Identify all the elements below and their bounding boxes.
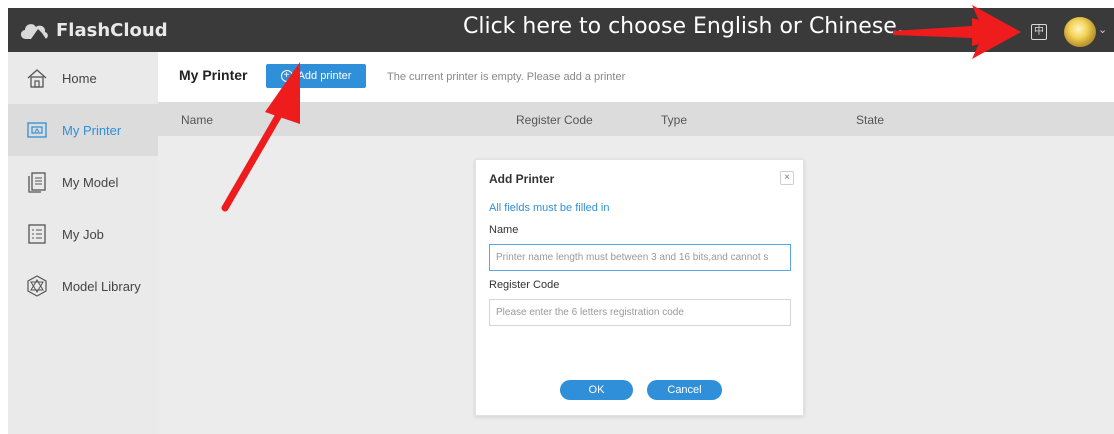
sidebar: Home My Printer My Model My Job Model Li…	[8, 52, 158, 434]
sidebar-item-home[interactable]: Home	[8, 52, 158, 104]
home-icon	[27, 69, 47, 88]
sidebar-item-label: My Job	[62, 226, 104, 242]
sidebar-item-my-model[interactable]: My Model	[8, 156, 158, 208]
column-header-state[interactable]: State	[856, 113, 884, 127]
add-printer-button[interactable]: + Add printer	[266, 64, 366, 88]
model-icon	[28, 172, 46, 193]
name-input[interactable]: Printer name length must between 3 and 1…	[489, 244, 791, 271]
cancel-button[interactable]: Cancel	[647, 380, 722, 400]
sidebar-item-label: Model Library	[62, 278, 141, 294]
required-note: All fields must be filled in	[489, 202, 610, 214]
table-header: Name Register Code Type State	[158, 102, 1114, 138]
chevron-down-icon[interactable]: ⌄	[1098, 23, 1107, 36]
column-header-register-code[interactable]: Register Code	[516, 113, 593, 127]
register-code-input[interactable]: Please enter the 6 letters registration …	[489, 299, 791, 326]
sidebar-item-label: My Model	[62, 174, 119, 190]
toolbar: My Printer + Add printer The current pri…	[158, 52, 1114, 102]
register-code-label: Register Code	[489, 279, 560, 291]
sidebar-item-label: My Printer	[62, 122, 122, 138]
sidebar-item-model-library[interactable]: Model Library	[8, 260, 158, 312]
column-header-type[interactable]: Type	[661, 113, 687, 127]
app-title: FlashCloud	[56, 19, 168, 41]
name-label: Name	[489, 224, 519, 236]
add-printer-label: Add printer	[297, 70, 352, 82]
app-root: FlashCloud Click here to choose English …	[0, 0, 1114, 434]
sidebar-item-label: Home	[62, 70, 97, 86]
job-icon	[28, 224, 46, 244]
add-printer-dialog: Add Printer × All fields must be filled …	[475, 159, 804, 416]
ok-button[interactable]: OK	[560, 380, 633, 400]
app-logo[interactable]: FlashCloud	[18, 8, 168, 52]
sidebar-item-my-job[interactable]: My Job	[8, 208, 158, 260]
language-button[interactable]: 中	[1031, 24, 1047, 40]
library-icon	[27, 275, 47, 297]
empty-message: The current printer is empty. Please add…	[387, 71, 626, 83]
page-title: My Printer	[179, 67, 248, 83]
printer-icon	[27, 122, 47, 138]
column-header-name[interactable]: Name	[181, 113, 213, 127]
avatar[interactable]	[1064, 17, 1096, 47]
plus-icon: +	[280, 70, 293, 82]
close-icon[interactable]: ×	[780, 171, 794, 185]
annotation-text: Click here to choose English or Chinese.	[463, 14, 904, 39]
sidebar-item-my-printer[interactable]: My Printer	[8, 104, 158, 156]
top-bar: FlashCloud Click here to choose English …	[8, 8, 1114, 52]
dialog-title: Add Printer	[489, 172, 555, 186]
cloud-icon	[20, 24, 48, 39]
